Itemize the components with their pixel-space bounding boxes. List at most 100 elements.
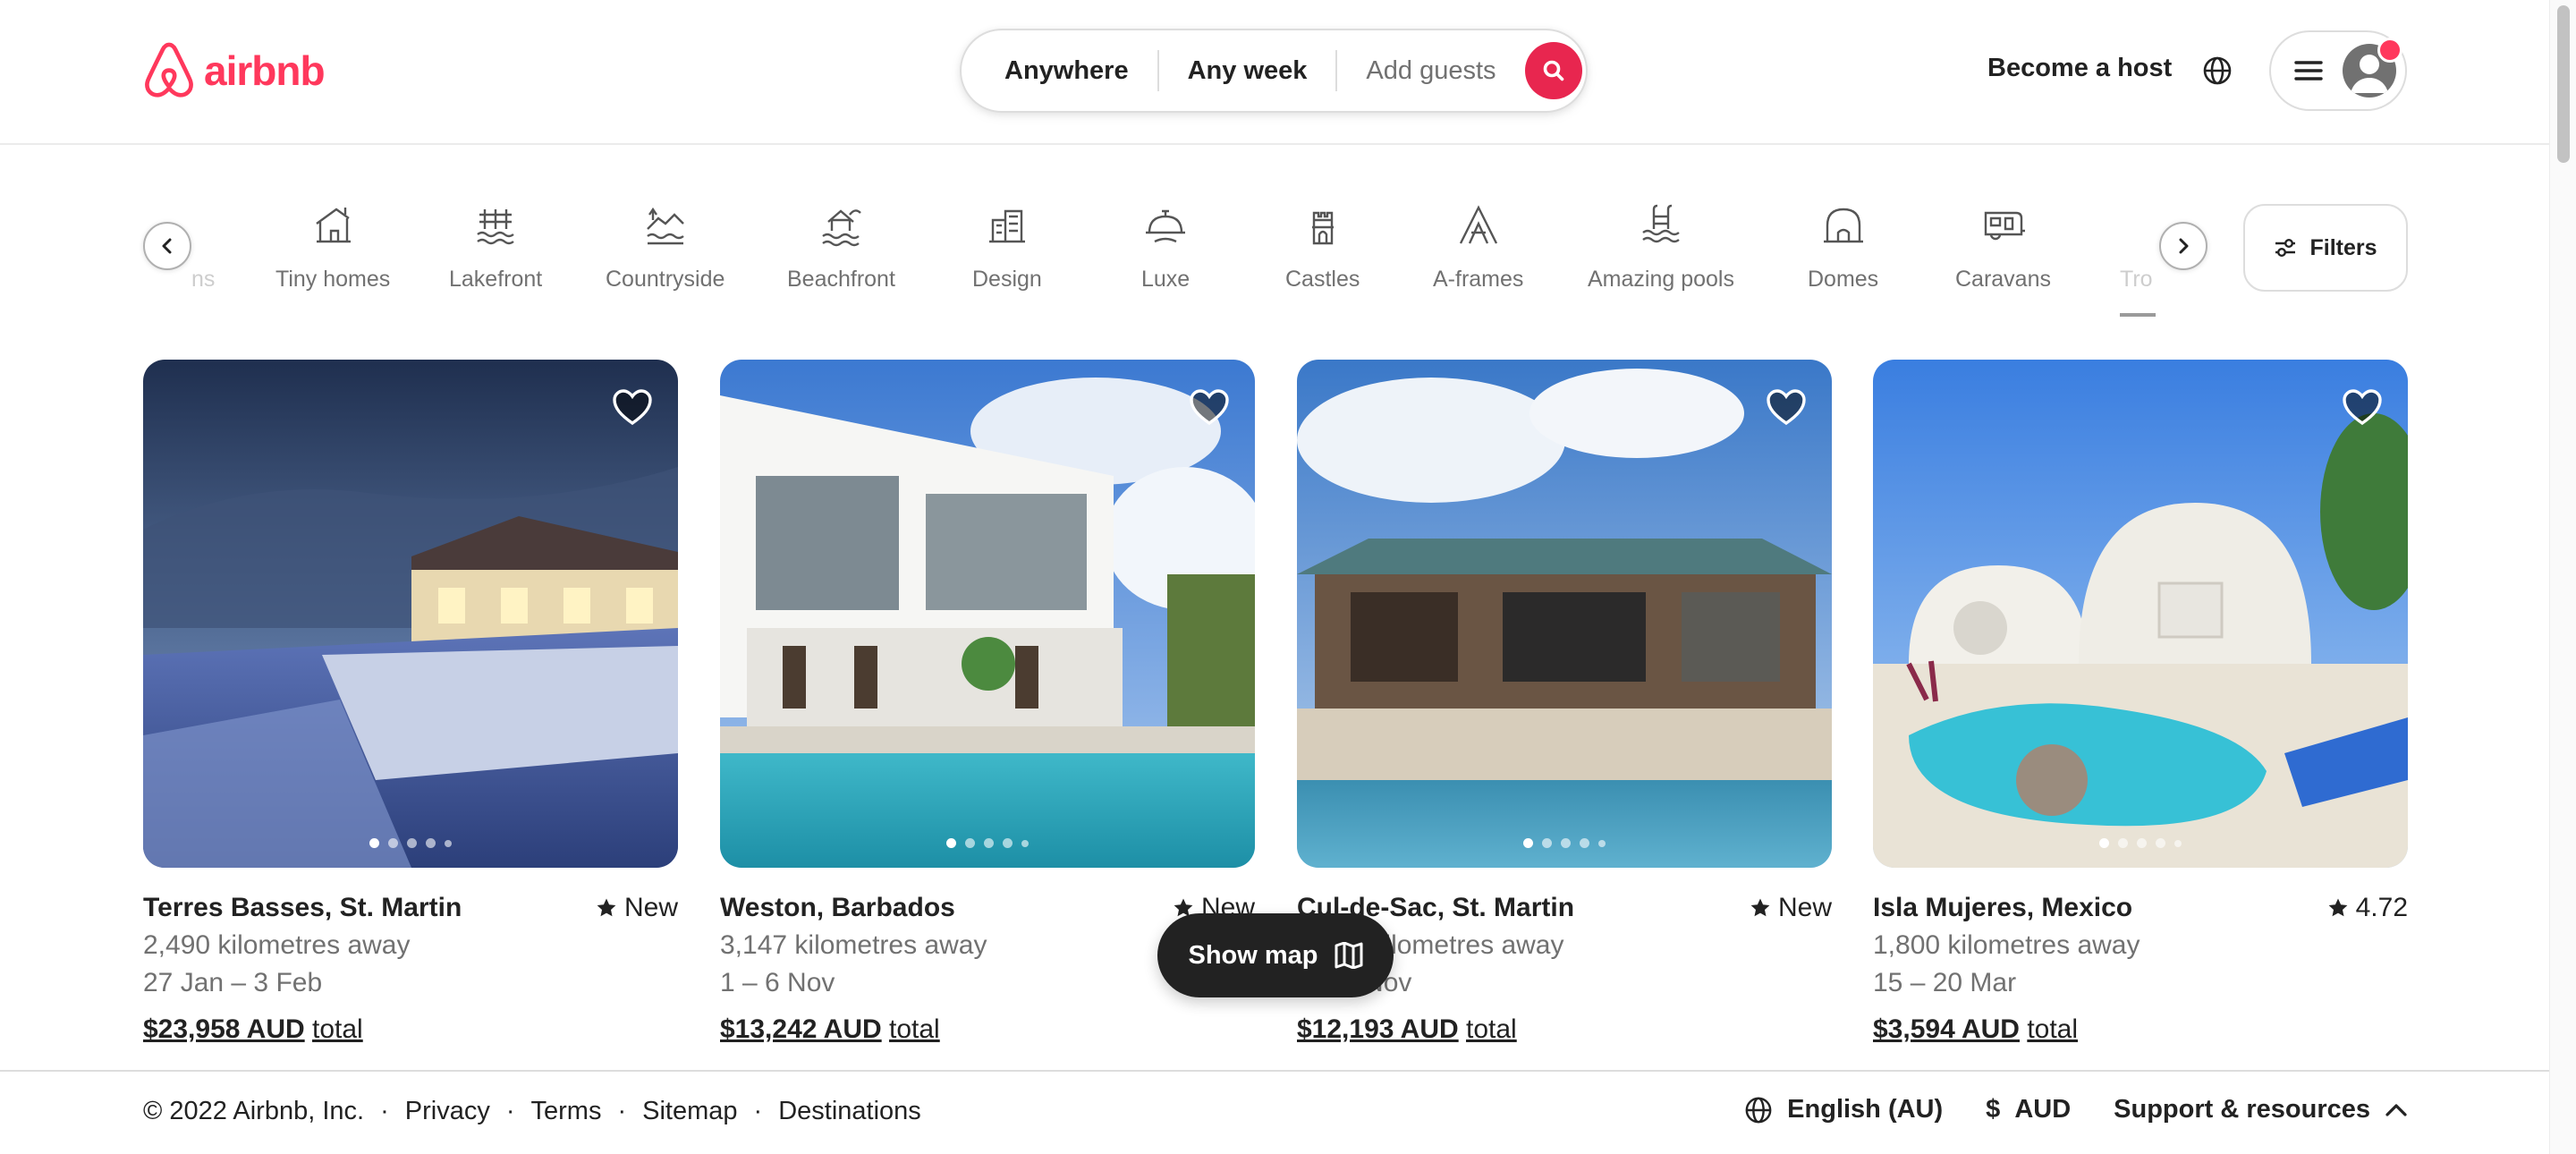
listing-image [1873, 360, 2408, 868]
support-label: Support & resources [2114, 1095, 2370, 1124]
category-prev-button[interactable] [143, 222, 191, 270]
category-beachfront[interactable]: Beachfront [787, 202, 895, 293]
currency-selector[interactable]: $ AUD [1986, 1095, 2071, 1124]
category-label: Lakefront [449, 267, 543, 292]
heart-icon [613, 389, 652, 426]
category-lakefront[interactable]: Lakefront [449, 202, 542, 293]
beachfront-icon [822, 209, 862, 247]
filters-button[interactable]: Filters [2243, 204, 2408, 292]
listing-info: Isla Mujeres, Mexico 4.72 1,800 kilometr… [1873, 889, 2408, 1048]
wishlist-heart-button[interactable] [1189, 388, 1230, 426]
footer-settings: English (AU) $ AUD Support & resources [1744, 1095, 2408, 1124]
search-button[interactable] [1524, 42, 1582, 99]
category-design[interactable]: Design [972, 202, 1042, 293]
category-label: Beachfront [787, 267, 895, 292]
category-caravans[interactable]: Caravans [1955, 202, 2051, 293]
listing-dates: 15 – 20 Mar [1873, 968, 2017, 997]
search-location[interactable]: Anywhere [962, 56, 1157, 86]
listing-rating: New [596, 889, 678, 927]
language-selector[interactable]: English (AU) [1744, 1095, 1943, 1124]
footer-separator: · [617, 1097, 627, 1125]
category-castles[interactable]: Castles [1285, 202, 1360, 293]
photo-carousel-dots [1873, 838, 2408, 848]
listing-photo[interactable] [720, 360, 1255, 868]
footer-link-destinations[interactable]: Destinations [778, 1097, 921, 1126]
category-partial-right[interactable]: Tro [2120, 267, 2153, 293]
page-scrollbar[interactable] [2549, 0, 2576, 1154]
show-map-button[interactable]: Show map [1157, 913, 1394, 997]
footer-link-terms[interactable]: Terms [531, 1097, 602, 1126]
star-icon [2328, 898, 2348, 917]
listing-price[interactable]: $13,242 AUD total [720, 1011, 1255, 1048]
wishlist-heart-button[interactable] [1766, 388, 1807, 426]
star-icon [597, 898, 616, 917]
heart-icon [2343, 389, 2382, 426]
listing-price[interactable]: $12,193 AUD total [1297, 1011, 1832, 1048]
wishlist-heart-button[interactable] [2342, 388, 2383, 426]
category-tiny-homes[interactable]: Tiny homes [275, 202, 390, 293]
language-button[interactable] [2202, 55, 2233, 86]
sliders-icon [2275, 239, 2296, 257]
currency-label: AUD [2014, 1095, 2072, 1124]
show-map-label: Show map [1188, 940, 1318, 970]
listing-card[interactable]: Terres Basses, St. Martin New 2,490 kilo… [143, 360, 678, 1048]
listing-image [720, 360, 1255, 868]
category-label: Luxe [1141, 267, 1191, 292]
category-bar: ns Tiny homes Lakefront Countryside Beac… [0, 143, 2549, 340]
listing-photo[interactable] [1297, 360, 1832, 868]
dome-icon [1823, 208, 1863, 243]
category-label: Amazing pools [1588, 267, 1734, 292]
chevron-up-icon [2385, 1103, 2407, 1116]
currency-symbol: $ [1986, 1095, 2001, 1124]
category-partial-left[interactable]: ns [191, 267, 215, 293]
listing-photo[interactable] [143, 360, 678, 868]
listing-image [1297, 360, 1832, 868]
category-countryside[interactable]: Countryside [606, 202, 724, 293]
globe-icon [1745, 1097, 1772, 1123]
listing-badge: New [623, 893, 678, 922]
category-label: Design [972, 267, 1042, 292]
search-dates[interactable]: Any week [1159, 56, 1336, 86]
notification-dot [2377, 38, 2402, 63]
castle-icon [1311, 211, 1334, 245]
category-label: Caravans [1955, 267, 2051, 292]
heart-icon [1190, 389, 1229, 426]
category-a-frames[interactable]: A-frames [1433, 202, 1523, 293]
support-resources-button[interactable]: Support & resources [2114, 1095, 2408, 1124]
photo-carousel-dots [1297, 838, 1832, 848]
footer-link-sitemap[interactable]: Sitemap [642, 1097, 737, 1126]
listing-card[interactable]: Isla Mujeres, Mexico 4.72 1,800 kilometr… [1873, 360, 2408, 1048]
chevron-right-icon [2179, 238, 2189, 254]
photo-carousel-dots [720, 838, 1255, 848]
footer-links: © 2022 Airbnb, Inc. · Privacy · Terms · … [143, 1097, 921, 1126]
footer-link-privacy[interactable]: Privacy [405, 1097, 490, 1126]
tiny-home-icon [316, 208, 352, 243]
globe-icon [2203, 56, 2232, 85]
filters-label: Filters [2309, 234, 2377, 260]
listing-rating: 4.72 [2327, 889, 2408, 927]
listing-price[interactable]: $3,594 AUD total [1873, 1011, 2408, 1048]
category-label: Castles [1285, 267, 1360, 292]
a-frame-icon [1459, 205, 1497, 244]
listing-price[interactable]: $23,958 AUD total [143, 1011, 678, 1048]
become-a-host-link[interactable]: Become a host [1987, 54, 2172, 83]
star-icon [1750, 898, 1770, 917]
map-icon [1335, 942, 1362, 969]
category-amazing-pools[interactable]: Amazing pools [1588, 202, 1734, 293]
wishlist-heart-button[interactable] [612, 388, 653, 426]
category-domes[interactable]: Domes [1808, 202, 1878, 293]
lakefront-icon [477, 209, 514, 245]
footer-separator: · [380, 1097, 389, 1125]
category-luxe[interactable]: Luxe [1141, 202, 1190, 293]
search-bar[interactable]: Anywhere Any week Add guests [960, 29, 1588, 113]
airbnb-logo[interactable]: airbnb [141, 41, 326, 100]
chevron-left-icon [162, 238, 172, 254]
search-guests[interactable]: Add guests [1337, 56, 1521, 86]
listing-info: Terres Basses, St. Martin New 2,490 kilo… [143, 889, 678, 1048]
scrollbar-thumb[interactable] [2557, 5, 2570, 163]
luxe-icon [1146, 209, 1186, 243]
category-next-button[interactable] [2159, 222, 2207, 270]
listing-photo[interactable] [1873, 360, 2408, 868]
category-selected-indicator [2120, 313, 2156, 317]
listing-rating-value: 4.72 [2355, 893, 2408, 922]
